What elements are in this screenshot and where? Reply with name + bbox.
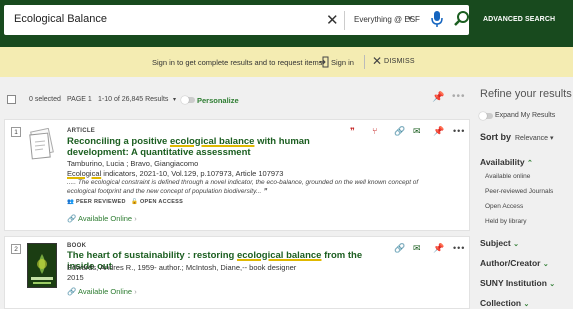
personalize-label[interactable]: Personalize xyxy=(197,96,239,105)
expand-results-label[interactable]: Expand My Results xyxy=(495,112,555,119)
document-thumbnail-icon xyxy=(27,127,57,164)
badge-label: PEER REVIEWED xyxy=(75,199,126,205)
facet-item[interactable]: Available online xyxy=(485,173,530,180)
chevron-down-icon[interactable]: ⌄ xyxy=(523,301,529,308)
chevron-down-icon[interactable]: ▾ xyxy=(173,96,176,103)
results-toolbar: 0 selected PAGE 1 1-10 of 26,845 Results… xyxy=(0,77,475,117)
expand-results-toggle[interactable] xyxy=(479,112,493,120)
facet-availability[interactable]: Availability ⌃ xyxy=(480,157,533,167)
result-authors: Tamburino, Lucia ; Bravo, Giangiacomo xyxy=(67,159,199,168)
facet-item[interactable]: Peer-reviewed Journals xyxy=(485,188,553,195)
email-icon[interactable]: ✉ xyxy=(413,243,421,254)
more-options-icon[interactable]: ••• xyxy=(453,126,465,136)
pin-icon[interactable]: 📌 xyxy=(433,243,444,254)
cited-by-icon[interactable]: ⑂ xyxy=(372,126,377,136)
close-icon[interactable]: ✕ xyxy=(372,54,382,68)
facet-label[interactable]: Subject xyxy=(480,238,511,248)
source-text: indicators, 2021-10, Vol.129, p.107973, … xyxy=(101,169,284,178)
search-input[interactable]: Ecological Balance xyxy=(14,13,107,25)
book-cover-image xyxy=(27,243,57,288)
signin-icon[interactable] xyxy=(319,55,329,73)
chevron-down-icon[interactable]: ▾ xyxy=(408,14,412,23)
pin-icon[interactable]: 📌 xyxy=(432,92,444,103)
peer-reviewed-badge: 👥 PEER REVIEWED xyxy=(67,199,126,205)
divider xyxy=(344,11,345,30)
result-card: 1 ARTICLE Reconciling a positive ecologi… xyxy=(4,119,470,231)
result-type: ARTICLE xyxy=(67,128,96,134)
permalink-icon[interactable]: 🔗 xyxy=(394,126,405,137)
result-number: 1 xyxy=(11,127,21,137)
result-snippet: ..... The ecological constraint is defin… xyxy=(67,178,427,196)
sort-by-label: Sort by xyxy=(480,132,512,142)
more-options-icon[interactable]: ••• xyxy=(452,91,466,102)
result-title[interactable]: Reconciling a positive ecological balanc… xyxy=(67,136,367,158)
link-icon: 🔗 xyxy=(67,287,77,296)
chevron-down-icon[interactable]: ⌄ xyxy=(549,281,555,288)
availability-label[interactable]: Available Online xyxy=(78,287,132,296)
title-text[interactable]: Reconciling a positive xyxy=(67,136,170,147)
search-header: Ecological Balance ✕ Everything @ ESF ▾ … xyxy=(0,0,573,47)
facet-collection[interactable]: Collection ⌄ xyxy=(480,298,529,308)
result-number: 2 xyxy=(11,244,21,254)
facet-item[interactable]: Open Access xyxy=(485,203,523,210)
pin-icon[interactable]: 📌 xyxy=(433,126,444,137)
microphone-icon[interactable] xyxy=(431,10,443,33)
facet-label[interactable]: Collection xyxy=(480,298,521,308)
email-icon[interactable]: ✉ xyxy=(413,126,421,137)
citation-icon[interactable]: ❞ xyxy=(350,126,355,137)
title-highlight[interactable]: ecological balance xyxy=(237,250,321,261)
facet-subject[interactable]: Subject ⌄ xyxy=(480,238,519,248)
result-year: 2015 xyxy=(67,273,84,282)
facet-label[interactable]: Availability xyxy=(480,157,525,167)
link-icon: 🔗 xyxy=(67,214,77,223)
chevron-right-icon[interactable]: › xyxy=(134,214,137,223)
refine-title: Refine your results xyxy=(480,88,572,100)
result-source: Ecological indicators, 2021-10, Vol.129,… xyxy=(67,169,283,178)
title-highlight[interactable]: ecological balance xyxy=(170,136,254,147)
signin-link[interactable]: Sign in xyxy=(331,58,354,67)
chevron-down-icon[interactable]: ⌄ xyxy=(513,241,519,248)
availability-link[interactable]: 🔗 Available Online › xyxy=(67,287,137,296)
facet-author[interactable]: Author/Creator ⌄ xyxy=(480,258,549,268)
page-indicator: PAGE 1 xyxy=(67,96,92,103)
source-highlight: Ecological xyxy=(67,169,102,178)
signin-banner: Sign in to get complete results and to r… xyxy=(0,47,573,77)
facet-item[interactable]: Held by library xyxy=(485,218,527,225)
title-text[interactable]: The heart of sustainability : restoring xyxy=(67,250,237,261)
sort-select[interactable]: Relevance ▾ xyxy=(515,134,554,142)
result-type: BOOK xyxy=(67,243,87,249)
select-all-checkbox[interactable] xyxy=(7,95,16,104)
dismiss-button[interactable]: DISMISS xyxy=(384,58,415,65)
results-range: 1-10 of 26,845 Results xyxy=(98,96,169,103)
permalink-icon[interactable]: 🔗 xyxy=(394,243,405,254)
chevron-right-icon[interactable]: › xyxy=(134,287,137,296)
result-authors: Edwards, Andres R., 1959- author.; McInt… xyxy=(67,263,297,272)
open-access-badge: 🔓 OPEN ACCESS xyxy=(131,199,183,205)
banner-message: Sign in to get complete results and to r… xyxy=(152,58,323,67)
facet-label[interactable]: Author/Creator xyxy=(480,258,540,268)
search-icon[interactable] xyxy=(454,10,470,33)
search-box[interactable]: Ecological Balance ✕ Everything @ ESF ▾ xyxy=(4,5,469,35)
facet-label[interactable]: SUNY Institution xyxy=(480,278,547,288)
refine-sidebar: Refine your results Expand My Results So… xyxy=(475,77,573,309)
peer-reviewed-icon: 👥 xyxy=(67,199,75,205)
snippet-text: ..... The ecological constraint is defin… xyxy=(67,179,419,195)
quote-icon: ❞ xyxy=(261,188,267,195)
chevron-down-icon[interactable]: ⌄ xyxy=(543,261,549,268)
chevron-up-icon[interactable]: ⌃ xyxy=(527,160,533,167)
chevron-down-icon[interactable]: ▾ xyxy=(550,135,554,142)
facet-institution[interactable]: SUNY Institution ⌄ xyxy=(480,278,555,288)
clear-search-icon[interactable]: ✕ xyxy=(326,11,339,29)
more-options-icon[interactable]: ••• xyxy=(453,243,465,253)
availability-label[interactable]: Available Online xyxy=(78,214,132,223)
advanced-search-link[interactable]: ADVANCED SEARCH xyxy=(483,16,555,23)
availability-link[interactable]: 🔗 Available Online › xyxy=(67,214,137,223)
open-access-icon: 🔓 xyxy=(131,199,139,205)
selected-count: 0 selected xyxy=(29,96,61,103)
sort-value[interactable]: Relevance xyxy=(515,135,548,142)
personalize-toggle[interactable] xyxy=(181,96,195,104)
badge-label: OPEN ACCESS xyxy=(139,199,184,205)
divider xyxy=(364,55,365,69)
result-card: 2 BOOK The heart of sustainability : res… xyxy=(4,236,470,309)
